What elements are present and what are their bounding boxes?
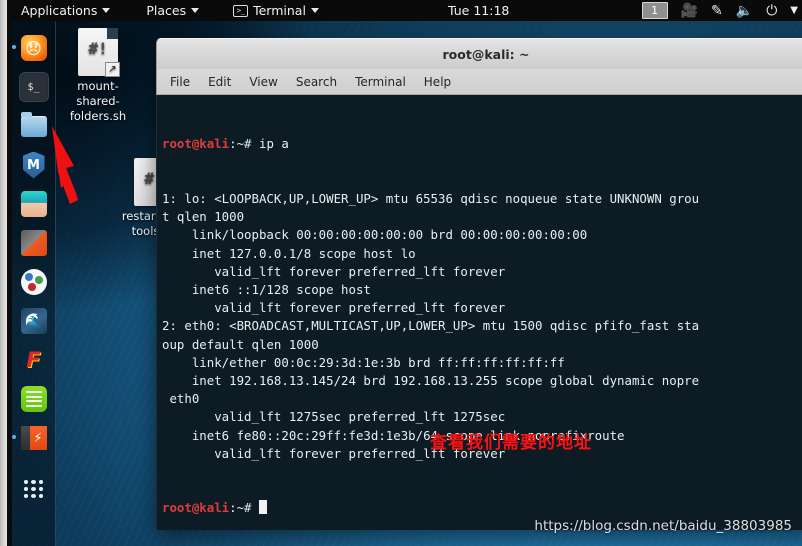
terminal-icon: >_ (233, 4, 249, 17)
caret-down-icon (191, 8, 200, 13)
terminal-active-prompt: root@kali:~# (162, 499, 802, 517)
terminal-line: 2: eth0: <BROADCAST,MULTICAST,UP,LOWER_U… (162, 318, 700, 334)
dock-item-firefox[interactable]: 😞 (11, 33, 49, 63)
terminal-window: root@kali: ~ File Edit View Search Termi… (156, 38, 802, 530)
faraday-icon: F (26, 348, 41, 372)
folder-icon (20, 111, 47, 137)
workspace-indicator[interactable]: 1 (641, 2, 668, 19)
menu-file[interactable]: File (170, 75, 190, 89)
beef-icon: ⚡ (20, 426, 47, 450)
caret-down-icon (102, 8, 111, 13)
terminal-line: inet6 ::1/128 scope host (162, 282, 371, 298)
menu-edit[interactable]: Edit (208, 75, 231, 89)
caret-down-icon (310, 8, 319, 13)
terminal-line: inet 192.168.13.145/24 brd 192.168.13.25… (162, 373, 700, 389)
terminal-line: oup default qlen 1000 (162, 336, 319, 352)
terminal-line: link/ether 00:0c:29:3d:1e:3b brd ff:ff:f… (162, 354, 565, 370)
terminal-icon: $_ (20, 74, 47, 100)
terminal-line: inet 127.0.0.1/8 scope host lo (162, 245, 416, 261)
dock-item-burpsuite[interactable] (19, 267, 49, 297)
burpsuite-icon (20, 269, 47, 295)
terminal-line: valid_lft forever preferred_lft forever (162, 300, 506, 316)
prompt-path: :~# (229, 500, 259, 516)
dock-item-notes[interactable] (19, 384, 49, 414)
volume-icon[interactable]: 🔈 (736, 4, 753, 18)
prompt-path: :~# (229, 136, 259, 152)
terminal-title: root@kali: ~ (442, 46, 530, 62)
app-grid-icon (21, 479, 47, 499)
menu-applications-label: Applications (21, 3, 98, 18)
terminal-menubar: File Edit View Search Terminal Help (156, 69, 802, 95)
terminal-line: eth0 (162, 391, 200, 407)
watermark-url: https://blog.csdn.net/baidu_38803985 (534, 518, 792, 534)
terminal-line: t qlen 1000 (162, 209, 245, 225)
menu-view[interactable]: View (249, 75, 277, 89)
caret-down-icon[interactable]: ▼ (790, 5, 798, 16)
prompt-user: root@kali (162, 136, 230, 152)
terminal-line: 1: lo: <LOOPBACK,UP,LOWER_UP> mtu 65536 … (162, 191, 700, 207)
shebang-glyph: #! (88, 39, 108, 58)
firefox-icon: 😞 (20, 35, 47, 61)
metasploit-shield-icon: M (22, 151, 45, 179)
terminal-output-lines: 1: lo: <LOOPBACK,UP,LOWER_UP> mtu 65536 … (162, 190, 802, 463)
annotation-arrow-icon (52, 126, 78, 204)
dock-item-terminal[interactable]: $_ (18, 72, 49, 102)
dock-item-wireshark[interactable]: 🌊 (19, 306, 49, 336)
desktop-icon-mount-shared-folders[interactable]: #! ↗ mount-shared-folders.sh (56, 28, 140, 124)
menu-places-label: Places (146, 3, 187, 18)
menu-terminal[interactable]: >_ Terminal (224, 0, 328, 21)
terminal-titlebar[interactable]: root@kali: ~ (156, 38, 802, 69)
terminal-line: link/loopback 00:00:00:00:00:00 brd 00:0… (162, 227, 588, 243)
terminal-line: valid_lft forever preferred_lft forever (162, 263, 506, 279)
panel-tray: 1 🎥 ✎ 🔈 ⏻ ▼ (641, 0, 798, 21)
running-indicator-dot (11, 45, 16, 49)
menu-places[interactable]: Places (137, 0, 208, 21)
symlink-arrow-icon: ↗ (105, 62, 120, 77)
menu-search[interactable]: Search (296, 75, 337, 89)
annotation-text: 查看我们需要的地址 (430, 433, 592, 453)
screen-recorder-icon[interactable]: 🎥 (681, 4, 698, 18)
dock-item-beef[interactable]: ⚡ (11, 423, 49, 453)
text-cursor (258, 500, 267, 515)
desktop-icon-label: mount-shared-folders.sh (69, 79, 127, 123)
avatar-icon (20, 191, 47, 217)
menu-applications[interactable]: Applications (12, 0, 119, 21)
dock-item-show-applications[interactable] (19, 474, 49, 504)
dock-item-faraday[interactable]: F (19, 345, 49, 375)
menu-help[interactable]: Help (424, 75, 451, 89)
terminal-output-area[interactable]: root@kali:~# ip a 1: lo: <LOOPBACK,UP,LO… (156, 95, 802, 530)
panel-clock[interactable]: Tue 11:18 (448, 0, 509, 21)
armitage-icon (20, 230, 47, 256)
text-editor-icon (20, 386, 47, 412)
dock-item-armitage[interactable] (19, 228, 49, 258)
menu-terminal-label: Terminal (253, 3, 306, 18)
typed-command: ip a (258, 136, 289, 152)
pen-icon[interactable]: ✎ (711, 4, 723, 18)
top-panel: Applications Places >_ Terminal Tue 11:1… (12, 0, 802, 21)
prompt-user: root@kali (162, 500, 230, 516)
power-icon[interactable]: ⏻ (766, 4, 777, 18)
terminal-command-line: root@kali:~# ip a (162, 135, 802, 153)
shell-script-file-icon: #! ↗ (78, 28, 120, 77)
running-indicator-dot (11, 435, 16, 439)
favorites-dock: 😞 $_ M 🌊 F ⚡ (11, 21, 56, 546)
terminal-line: valid_lft 1275sec preferred_lft 1275sec (162, 409, 506, 425)
menu-terminal[interactable]: Terminal (355, 75, 406, 89)
wireshark-fin-icon: 🌊 (20, 308, 47, 334)
